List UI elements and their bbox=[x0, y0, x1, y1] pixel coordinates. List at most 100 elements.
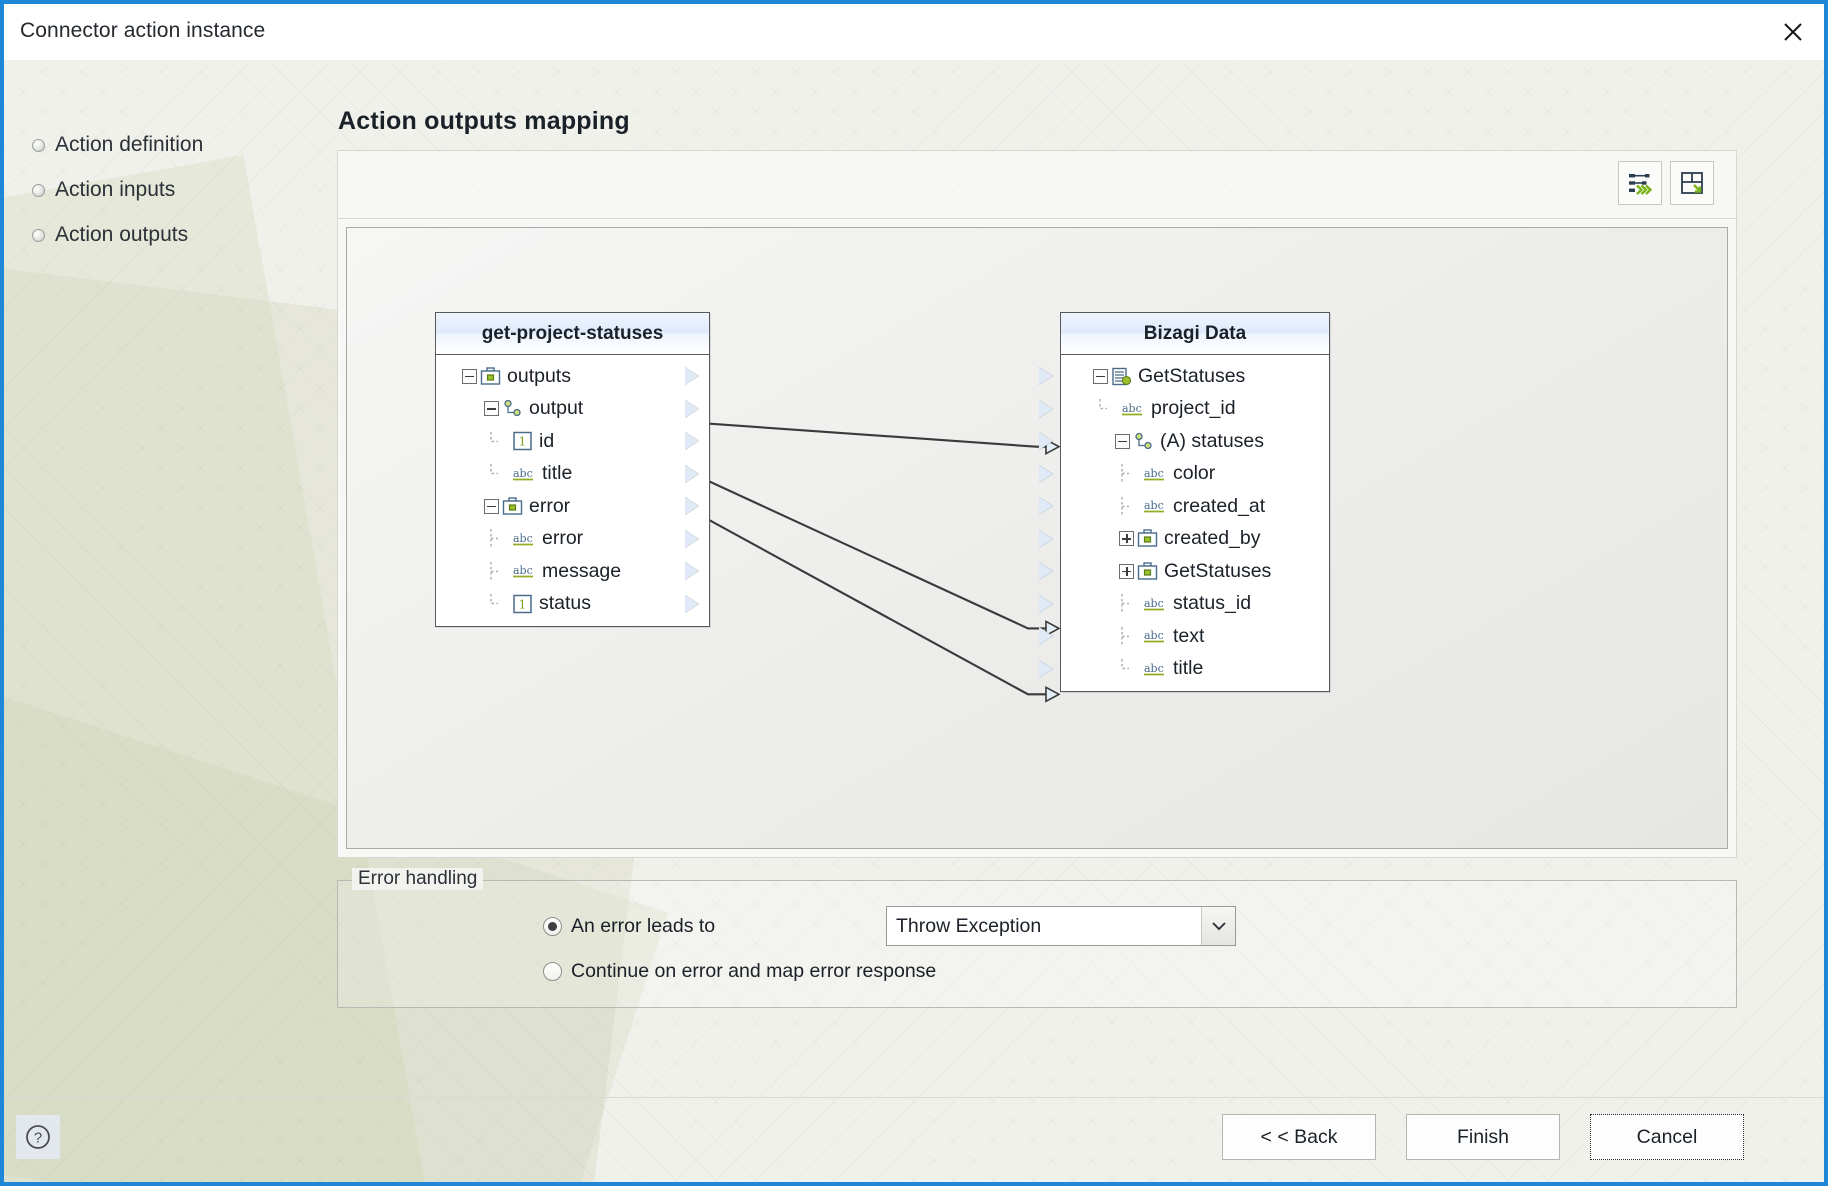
number-icon: 1 bbox=[513, 594, 532, 613]
port-error[interactable] bbox=[685, 529, 699, 548]
target-port-title[interactable] bbox=[1039, 659, 1053, 678]
table-row[interactable]: 1 status bbox=[436, 588, 709, 621]
briefcase-icon bbox=[480, 367, 501, 385]
table-row[interactable]: GetStatuses bbox=[1039, 360, 1329, 393]
target-port-color[interactable] bbox=[1039, 464, 1053, 483]
expand-expander-icon[interactable] bbox=[1119, 563, 1134, 579]
abc-icon: abc bbox=[513, 564, 533, 578]
cancel-button[interactable]: Cancel bbox=[1590, 1114, 1744, 1160]
mapping-canvas[interactable]: get-project-statuses outputs output 1 id… bbox=[346, 227, 1728, 849]
briefcase-icon bbox=[1137, 562, 1158, 580]
row-label: GetStatuses bbox=[1164, 559, 1272, 582]
svg-text:?: ? bbox=[34, 1130, 42, 1147]
expand-expander-icon[interactable] bbox=[1119, 531, 1134, 547]
table-row[interactable]: GetStatuses bbox=[1039, 555, 1329, 588]
radio-icon[interactable] bbox=[543, 917, 562, 936]
port-status[interactable] bbox=[685, 594, 699, 613]
port-output[interactable] bbox=[685, 399, 699, 418]
port-outputs[interactable] bbox=[685, 367, 699, 385]
tree-branch-icon bbox=[1099, 399, 1107, 410]
tree-branch-icon bbox=[1121, 659, 1129, 670]
briefcase-icon bbox=[502, 497, 523, 515]
row-label: status bbox=[539, 592, 592, 615]
window-title: Connector action instance bbox=[20, 19, 266, 42]
row-label: error bbox=[542, 527, 584, 550]
table-row[interactable]: output bbox=[436, 393, 709, 426]
collection-icon bbox=[504, 400, 521, 417]
radio-icon[interactable] bbox=[543, 962, 562, 981]
collapse-expander-icon[interactable] bbox=[484, 401, 499, 417]
target-port-project-id[interactable] bbox=[1039, 399, 1053, 418]
tree-branch-icon bbox=[1121, 464, 1129, 484]
target-port-text[interactable] bbox=[1039, 627, 1053, 645]
port-id[interactable] bbox=[685, 432, 699, 450]
help-button[interactable]: ? bbox=[16, 1115, 60, 1159]
abc-icon: abc bbox=[1122, 402, 1142, 416]
table-row[interactable]: abc title bbox=[436, 458, 709, 491]
target-port-status-id[interactable] bbox=[1039, 594, 1053, 613]
source-schema-rows: outputs output 1 id abc title error abc … bbox=[436, 355, 709, 626]
target-schema-panel[interactable]: Bizagi Data GetStatuses abc project_id (… bbox=[1039, 312, 1330, 692]
finish-button[interactable]: Finish bbox=[1406, 1114, 1560, 1160]
svg-text:1: 1 bbox=[519, 435, 527, 449]
table-row[interactable]: abc message bbox=[436, 555, 709, 588]
target-port-getstatuses-nested[interactable] bbox=[1039, 562, 1053, 580]
sidebar-item-action-outputs[interactable]: Action outputs bbox=[32, 218, 188, 252]
table-row[interactable]: outputs bbox=[436, 360, 709, 393]
wizard-steps-sidebar: Action definition Action inputs Action o… bbox=[4, 60, 338, 1130]
row-label: project_id bbox=[1151, 397, 1236, 420]
table-row[interactable]: abc title bbox=[1039, 653, 1329, 686]
svg-text:abc: abc bbox=[1144, 629, 1164, 642]
table-row[interactable]: abc error bbox=[436, 523, 709, 556]
sidebar-item-action-inputs[interactable]: Action inputs bbox=[32, 173, 175, 207]
tree-branch-icon bbox=[490, 464, 498, 475]
briefcase-icon bbox=[1137, 529, 1158, 547]
close-button[interactable] bbox=[1762, 4, 1824, 59]
svg-text:abc: abc bbox=[513, 532, 533, 545]
table-row[interactable]: abc text bbox=[1039, 620, 1329, 653]
number-icon: 1 bbox=[513, 432, 532, 451]
radio-continue-on-error[interactable]: Continue on error and map error response bbox=[543, 960, 936, 983]
source-schema-panel[interactable]: get-project-statuses outputs output 1 id… bbox=[435, 312, 710, 627]
row-label: title bbox=[1173, 657, 1204, 680]
target-port-getstatuses[interactable] bbox=[1039, 367, 1053, 385]
sidebar-item-action-definition[interactable]: Action definition bbox=[32, 128, 203, 162]
collapse-expander-icon[interactable] bbox=[1115, 433, 1130, 449]
chevron-down-icon[interactable] bbox=[1201, 907, 1235, 945]
row-label: GetStatuses bbox=[1138, 364, 1246, 387]
table-row[interactable]: (A) statuses bbox=[1039, 425, 1329, 458]
target-port-created-by[interactable] bbox=[1039, 529, 1053, 548]
collapse-expander-icon[interactable] bbox=[484, 498, 499, 514]
table-row[interactable]: abc created_at bbox=[1039, 490, 1329, 523]
back-button[interactable]: < < Back bbox=[1222, 1114, 1376, 1160]
tree-branch-icon bbox=[490, 594, 498, 605]
connector-action-dialog: Connector action instance Action definit… bbox=[0, 0, 1828, 1186]
table-row[interactable]: abc status_id bbox=[1039, 588, 1329, 621]
abc-icon: abc bbox=[513, 467, 533, 481]
abc-icon: abc bbox=[1144, 629, 1164, 643]
target-port-statuses[interactable] bbox=[1039, 432, 1053, 450]
row-label: message bbox=[542, 559, 622, 582]
collapse-expander-icon[interactable] bbox=[1093, 368, 1108, 384]
table-row[interactable]: error bbox=[436, 490, 709, 523]
table-row[interactable]: 1 id bbox=[436, 425, 709, 458]
table-row[interactable]: abc project_id bbox=[1039, 393, 1329, 426]
collection-icon bbox=[1135, 432, 1152, 449]
radio-an-error-leads-to[interactable]: An error leads to bbox=[543, 915, 715, 938]
table-row[interactable]: created_by bbox=[1039, 523, 1329, 556]
abc-icon: abc bbox=[1144, 499, 1164, 513]
save-mapping-button[interactable] bbox=[1670, 161, 1714, 205]
mapping-canvas-container: get-project-statuses outputs output 1 id… bbox=[337, 218, 1737, 858]
row-label: id bbox=[539, 429, 555, 452]
table-row[interactable]: abc color bbox=[1039, 458, 1329, 491]
sidebar-item-label: Action inputs bbox=[55, 178, 176, 201]
main-content: Action outputs mapping get-project-statu… bbox=[337, 60, 1824, 1130]
port-error-group[interactable] bbox=[685, 497, 699, 515]
port-message[interactable] bbox=[685, 562, 699, 580]
target-port-created-at[interactable] bbox=[1039, 497, 1053, 515]
auto-map-button[interactable] bbox=[1618, 161, 1662, 205]
collapse-expander-icon[interactable] bbox=[462, 368, 477, 384]
error-action-dropdown[interactable]: Throw Exception bbox=[886, 906, 1236, 946]
abc-icon: abc bbox=[513, 532, 533, 546]
port-title[interactable] bbox=[685, 464, 699, 483]
